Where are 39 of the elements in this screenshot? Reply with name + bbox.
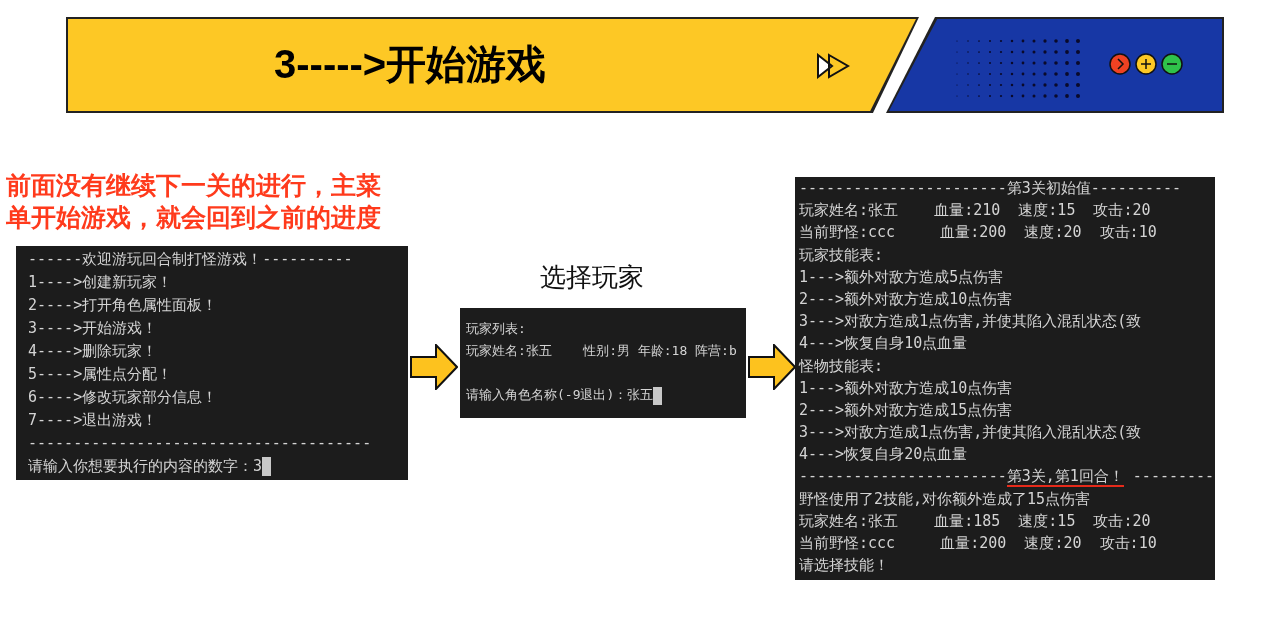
menu-option: 3---->开始游戏！ (28, 317, 158, 340)
circle-buttons-icon (1108, 52, 1186, 76)
console-line: 2--->额外对敌方造成10点伤害 (799, 288, 1013, 310)
console-line: -------------------------------------- (28, 433, 372, 454)
console-line: 玩家姓名:张五 血量:185 速度:15 攻击:20 (799, 510, 1151, 532)
console-line: 2--->额外对敌方造成15点伤害 (799, 399, 1013, 421)
slide-title: 3----->开始游戏 (274, 41, 547, 88)
menu-option: 7---->退出游戏！ (28, 409, 158, 432)
console-line: ------欢迎游玩回合制打怪游戏！---------- (28, 249, 353, 270)
console-line: 3--->对敌方造成1点伤害,并使其陷入混乱状态(致 (799, 422, 1142, 444)
cursor (262, 457, 272, 476)
console-line: 玩家姓名:张五 血量:210 速度:15 攻击:20 (799, 200, 1151, 222)
console-line: 野怪使用了2技能,对你额外造成了15点伤害 (799, 488, 1091, 510)
console-line: 当前野怪:ccc 血量:200 速度:20 攻击:10 (799, 533, 1157, 554)
console-line: 3--->对敌方造成1点伤害,并使其陷入混乱状态(致 (799, 311, 1142, 333)
console-line: 玩家列表: (466, 320, 526, 338)
console-line: 玩家姓名:张五 性别:男 年龄:18 阵营:b (466, 342, 737, 360)
console-line: 4--->恢复自身20点血量 (799, 444, 968, 466)
menu-option: 4---->删除玩家！ (28, 340, 158, 363)
console-prompt: 请输入你想要执行的内容的数字：3 (28, 455, 272, 478)
menu-option: 6---->修改玩家部分信息！ (28, 386, 218, 409)
console-line: 4--->恢复自身10点血量 (799, 333, 968, 355)
fast-forward-icon (816, 53, 850, 79)
note-text: 前面没有继续下一关的进行，主菜单开始游戏，就会回到之前的进度 (6, 170, 382, 234)
console-line: -----------------------第3关,第1回合！ --------- (799, 466, 1215, 488)
menu-option: 5---->属性点分配！ (28, 363, 173, 386)
console-line: 1--->额外对敌方造成10点伤害 (799, 377, 1013, 399)
menu-option: 1---->创建新玩家！ (28, 271, 173, 294)
menu-option: 2---->打开角色属性面板！ (28, 294, 218, 317)
console-line: 当前野怪:ccc 血量:200 速度:20 攻击:10 (799, 222, 1157, 244)
console-line: 怪物技能表: (799, 355, 884, 377)
console-prompt: 请输入角色名称(-9退出)：张五 (466, 384, 663, 406)
console-line: 玩家技能表: (799, 244, 884, 266)
arrow-icon (410, 344, 458, 390)
cursor (653, 386, 663, 405)
console-line: 1--->额外对敌方造成5点伤害 (799, 266, 1004, 288)
step-label: 选择玩家 (540, 261, 644, 294)
console-line: 请选择技能！ (799, 555, 889, 577)
console-line: -----------------------第3关初始值---------- (799, 178, 1182, 199)
